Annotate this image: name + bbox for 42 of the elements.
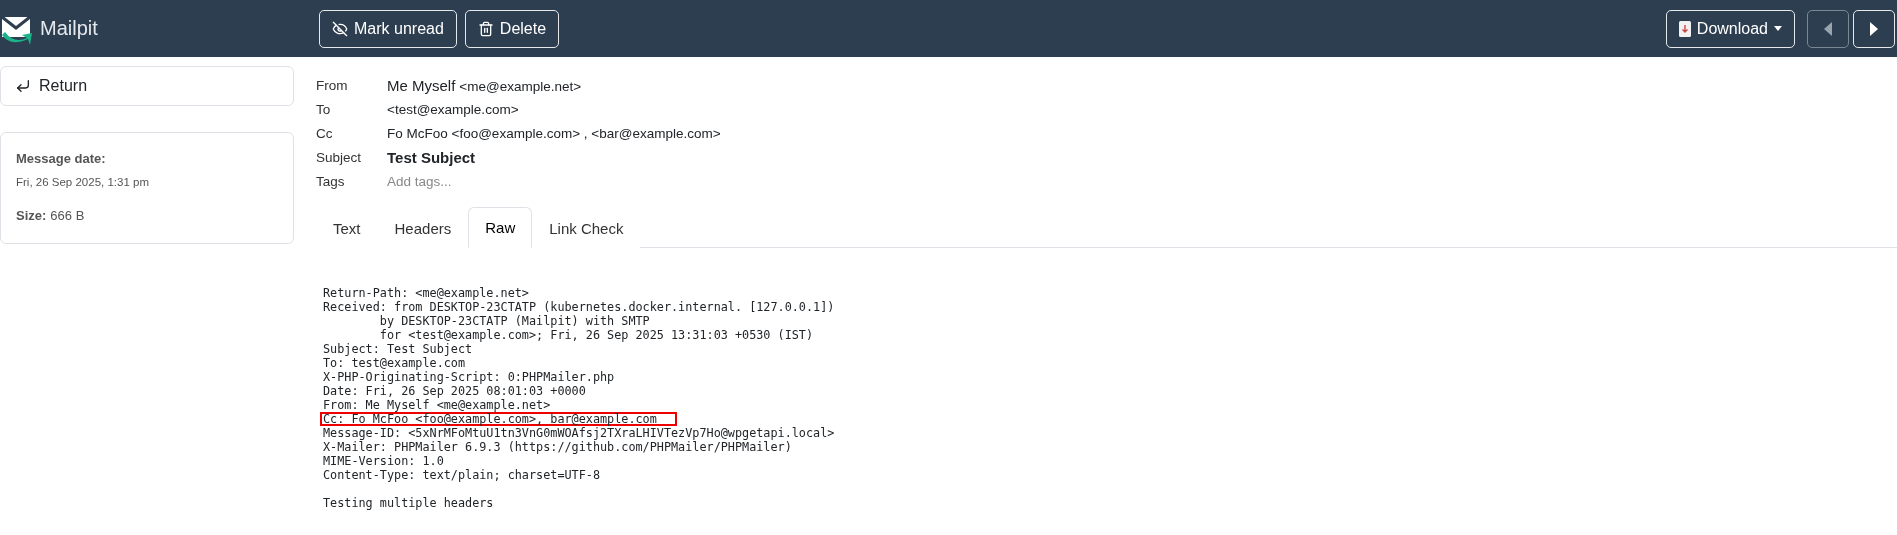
header-label: Tags — [316, 173, 346, 189]
subject-value: Test Subject — [387, 148, 476, 166]
header-label: From — [316, 77, 349, 93]
info-label: Message date: — [16, 151, 106, 166]
download-file-icon — [1678, 20, 1691, 37]
eye-off-icon — [332, 20, 348, 37]
raw-line: Subject: Test Subject — [322, 342, 474, 356]
raw-line: for <test@example.com>; Fri, 26 Sep 2025 13:31:03 +0530 (IST) — [378, 328, 815, 342]
delete-button[interactable]: Delete — [464, 9, 560, 48]
raw-line: Testing multiple headers — [322, 496, 495, 510]
raw-line: X-PHP-Originating-Script: 0:PHPMailer.php — [322, 370, 616, 384]
info-value: 666 B — [50, 208, 85, 223]
caret-icon — [1774, 26, 1782, 31]
raw-line: X-Mailer: PHPMailer 6.9.3 (https://github.com/PHPMailer/PHPMailer) — [322, 440, 793, 454]
raw-line: Message-ID: <5xNrMFoMtuU1tn3VnG0mWOAfsj2TXraLHIVTezVp7Ho@wpgetapi.local> — [322, 426, 836, 440]
raw-line: Content-Type: text/plain; charset=UTF-8 — [322, 468, 601, 482]
download-button[interactable]: Download — [1665, 9, 1795, 48]
header-value: <test@example.com> — [387, 101, 519, 117]
raw-line: Date: Fri, 26 Sep 2025 08:01:03 +0000 — [322, 384, 587, 398]
header-label: Cc — [316, 125, 334, 141]
raw-line: To: test@example.com — [322, 356, 467, 370]
app-name: Mailpit — [40, 17, 98, 40]
return-icon — [15, 78, 31, 94]
mark-unread-button[interactable]: Mark unread — [319, 9, 457, 48]
raw-line: Received: from DESKTOP-23CTATP (kubernetes.docker.internal. [127.0.0.1]) — [322, 300, 836, 314]
header-value: Fo McFoo <foo@example.com> , <bar@example.com> — [387, 125, 721, 141]
right-triangle-icon — [1869, 21, 1879, 36]
next-button[interactable] — [1853, 9, 1895, 48]
header-label: Subject — [316, 149, 363, 165]
sender-address: <me@example.net> — [459, 78, 582, 94]
left-triangle-icon — [1823, 21, 1833, 36]
return-button[interactable]: Return — [0, 66, 294, 106]
info-value: Fri, 26 Sep 2025, 1:31 pm — [16, 176, 149, 188]
tab[interactable]: Raw — [468, 207, 533, 248]
info-label: Size: — [16, 208, 47, 223]
raw-line: Return-Path: <me@example.net> — [322, 286, 530, 300]
raw-line: MIME-Version: 1.0 — [322, 454, 445, 468]
sender-name: Me Myself — [387, 76, 456, 94]
header-label: To — [316, 101, 332, 117]
trash-icon — [477, 20, 494, 37]
raw-line: From: Me Myself <me@example.net> — [322, 398, 552, 412]
raw-line: by DESKTOP-23CTATP (Mailpit) with SMTP — [378, 314, 651, 328]
